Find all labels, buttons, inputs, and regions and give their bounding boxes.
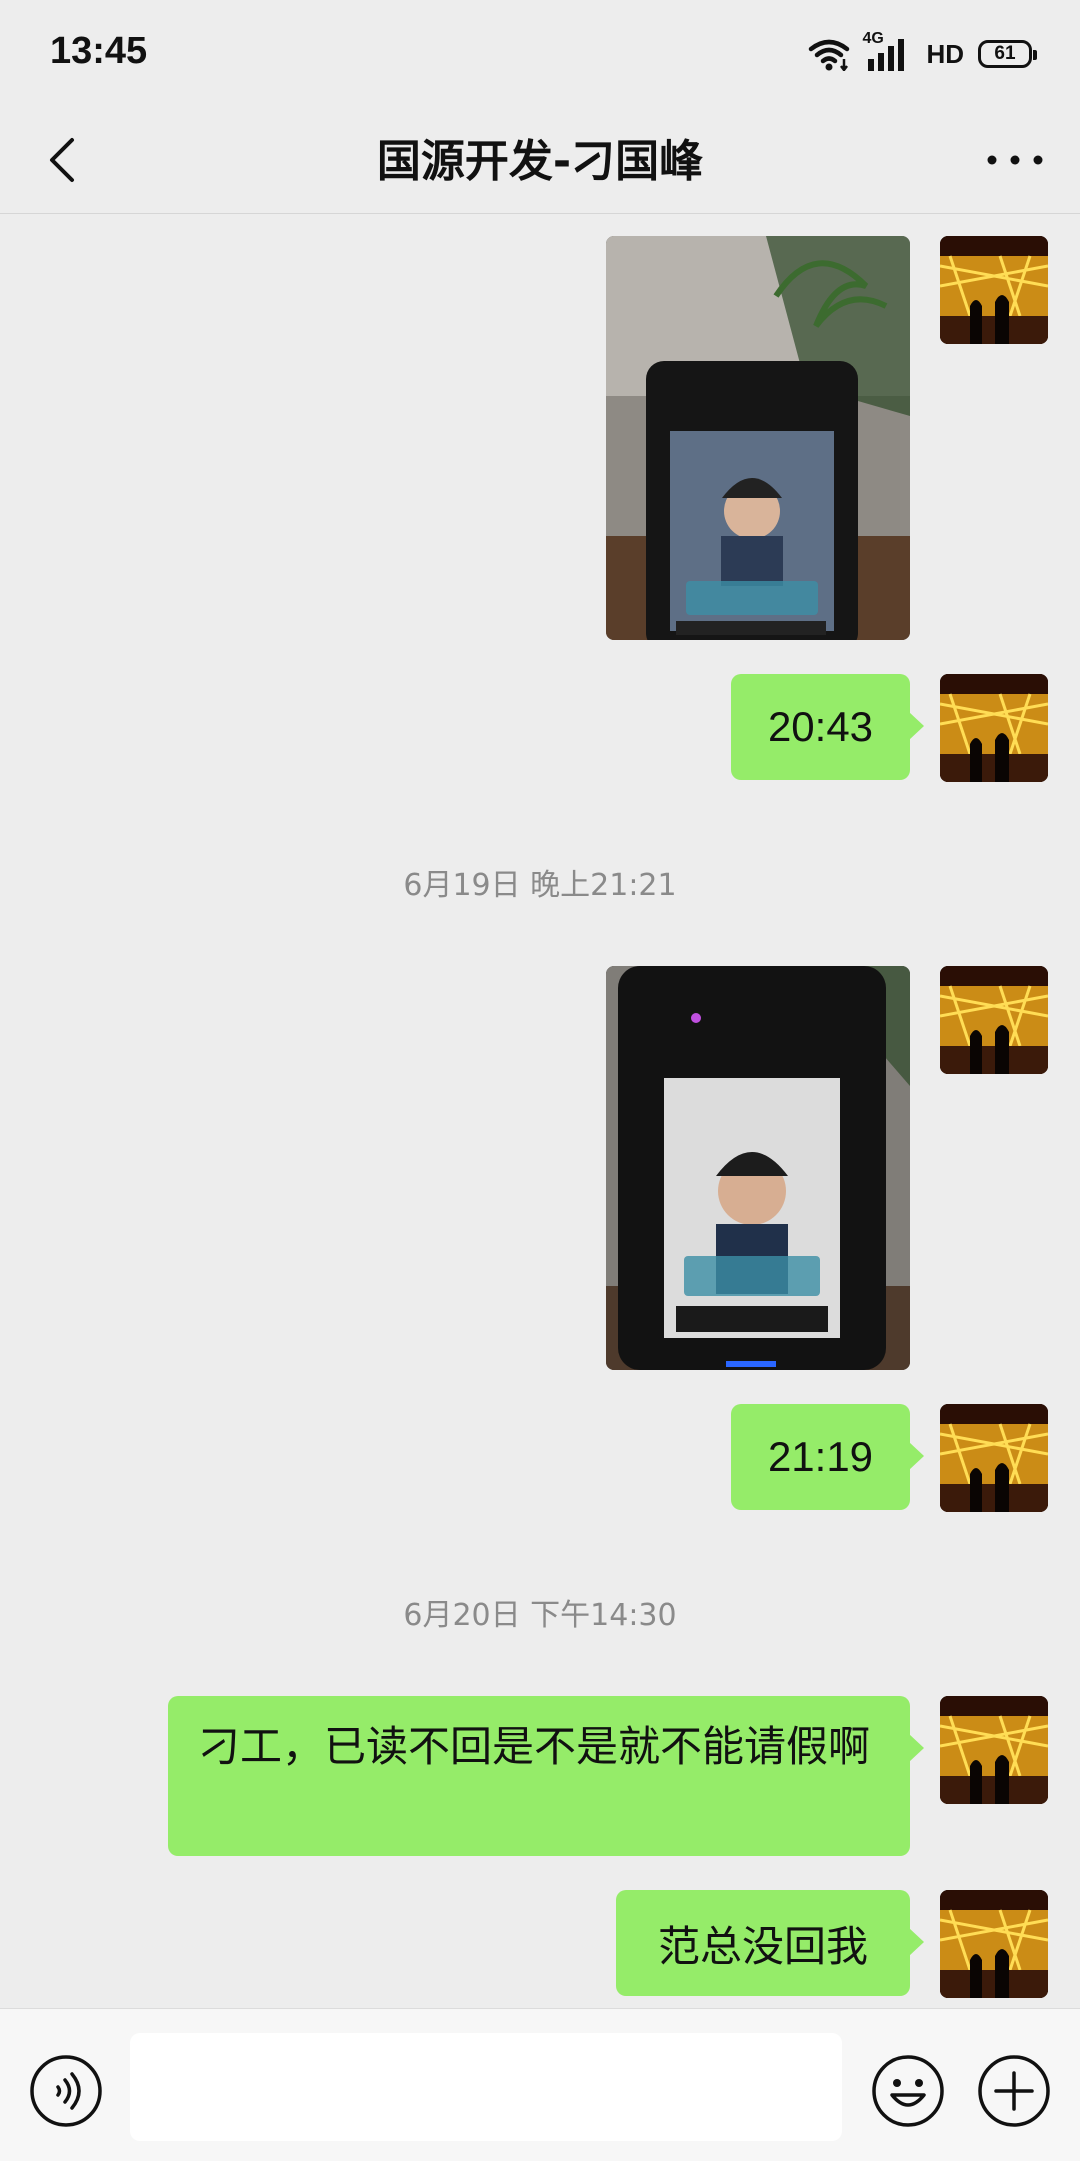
message-input[interactable]	[130, 2033, 842, 2141]
voice-button[interactable]	[28, 2053, 104, 2129]
emoji-button[interactable]	[870, 2053, 946, 2129]
image-message[interactable]	[606, 236, 910, 640]
my-avatar[interactable]	[940, 236, 1048, 344]
chat-message-list[interactable]: 20:43 6月19日 晚上21:21 21:19 6月20日 下午14:30 …	[0, 214, 1080, 2008]
avatar-image	[940, 674, 1048, 782]
status-icons: 4G HD 61	[808, 31, 1037, 76]
battery-icon: 61	[978, 40, 1037, 68]
message-text: 范总没回我	[657, 1921, 868, 1971]
message-text: 21:19	[767, 1433, 874, 1480]
more-functions-button[interactable]	[976, 2053, 1052, 2129]
more-button[interactable]	[980, 130, 1050, 190]
avatar-image	[940, 236, 1048, 344]
status-bar: 13:45 4G HD 61	[0, 0, 1080, 110]
plus-icon	[978, 2055, 1050, 2127]
battery-level: 61	[994, 43, 1016, 64]
back-button[interactable]	[38, 130, 98, 190]
avatar-image	[940, 1404, 1048, 1512]
photo-face-terminal	[606, 236, 910, 640]
hd-indicator: HD	[926, 38, 964, 69]
text-message-bubble[interactable]: 刁工，已读不回是不是就不能请假啊	[168, 1696, 924, 1856]
my-avatar[interactable]	[940, 1890, 1048, 1998]
my-avatar[interactable]	[940, 966, 1048, 1074]
message-timestamp: 6月19日 晚上21:21	[403, 868, 677, 903]
avatar-image	[940, 966, 1048, 1074]
my-avatar[interactable]	[940, 1696, 1048, 1804]
input-bar	[0, 2008, 1080, 2161]
wifi-icon	[809, 39, 850, 71]
network-type: 4G	[862, 30, 884, 47]
emoji-icon	[872, 2055, 944, 2127]
message-text: 刁工，已读不回是不是就不能请假啊	[198, 1722, 871, 1771]
text-message-bubble[interactable]: 21:19	[731, 1404, 924, 1510]
voice-icon	[30, 2055, 102, 2127]
chat-title: 国源开发-刁国峰	[376, 136, 704, 187]
cellular-signal: 4G	[862, 31, 912, 71]
image-message[interactable]	[606, 966, 910, 1370]
my-avatar[interactable]	[940, 674, 1048, 782]
my-avatar[interactable]	[940, 1404, 1048, 1512]
message-text: 20:43	[767, 703, 874, 750]
avatar-image	[940, 1696, 1048, 1804]
message-timestamp: 6月20日 下午14:30	[403, 1598, 677, 1633]
text-message-bubble[interactable]: 范总没回我	[616, 1890, 924, 1996]
status-time: 13:45	[50, 30, 148, 72]
avatar-image	[940, 1890, 1048, 1998]
chevron-left-icon	[50, 138, 74, 182]
chat-header: 国源开发-刁国峰	[0, 110, 1080, 214]
photo-face-terminal	[606, 966, 910, 1370]
text-message-bubble[interactable]: 20:43	[731, 674, 924, 780]
more-horizontal-icon	[987, 155, 1043, 165]
